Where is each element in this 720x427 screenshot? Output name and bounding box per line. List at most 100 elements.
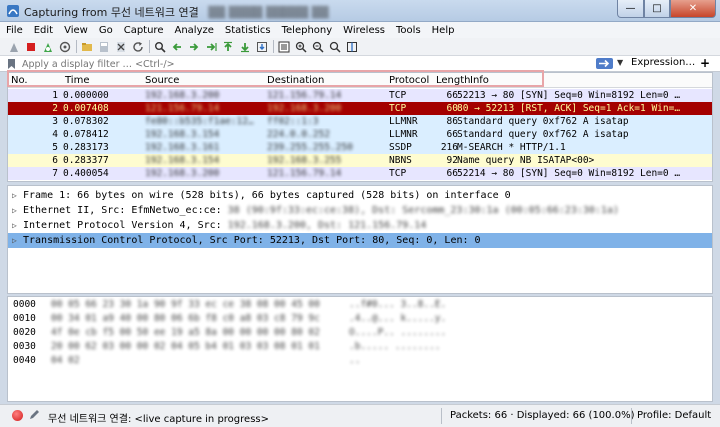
packet-info: Standard query 0xf762 A isatap: [457, 129, 629, 140]
window-title-redacted: ▒▒ ▒▒▒▒ ▒▒▒▒▒ ▒▒: [208, 6, 329, 19]
shark-fin-icon[interactable]: [8, 41, 20, 53]
packet-source: 192.168.3.154: [145, 155, 220, 166]
packet-time: 0.078302: [63, 116, 109, 127]
menu-statistics[interactable]: Statistics: [225, 25, 271, 36]
reload-icon[interactable]: [132, 41, 144, 53]
hex-dump-row[interactable]: 0000 00 05 66 23 30 1a 90 9f 33 ec ce 38 …: [13, 299, 703, 311]
detail-tree-item[interactable]: ▷ Frame 1: 66 bytes on wire (528 bits), 6…: [8, 188, 712, 203]
column-header-no[interactable]: No.: [11, 75, 28, 86]
menu-analyze[interactable]: Analyze: [174, 25, 213, 36]
find-icon[interactable]: [154, 41, 166, 53]
hex-dump-row[interactable]: 0030 20 00 62 03 00 00 02 04 05 b4 01 03 …: [13, 341, 703, 353]
open-icon[interactable]: [81, 41, 93, 53]
autoscroll-icon[interactable]: [256, 41, 268, 53]
close-file-icon[interactable]: [115, 41, 127, 53]
stop-icon[interactable]: [25, 41, 37, 53]
packet-info: M-SEARCH * HTTP/1.1: [457, 142, 566, 153]
packet-list[interactable]: No. Time Source Destination Protocol Len…: [7, 72, 713, 182]
zoom-out-icon[interactable]: [312, 41, 324, 53]
restart-icon[interactable]: [42, 41, 54, 53]
close-window-button[interactable]: ✕: [670, 0, 716, 18]
display-filter-input[interactable]: [22, 57, 587, 71]
capture-status-icon[interactable]: [12, 410, 23, 421]
go-to-icon[interactable]: [205, 41, 217, 53]
menu-tools[interactable]: Tools: [396, 25, 421, 36]
detail-redacted-text: 192.168.3.200, Dst: 121.156.79.14: [227, 220, 427, 231]
packet-no: 2: [52, 103, 58, 114]
column-header-info[interactable]: Info: [470, 75, 489, 86]
packet-row[interactable]: 7 0.400054 192.168.3.200 121.156.79.14 TCP 66…: [8, 167, 712, 180]
menu-wireless[interactable]: Wireless: [343, 25, 385, 36]
filter-history-dropdown-icon[interactable]: ▼: [617, 58, 623, 67]
menu-go[interactable]: Go: [99, 25, 113, 36]
byte-hex: 00 34 01 a9 40 00 80 06 6b f8 c0 a8 03 c…: [51, 313, 320, 324]
packet-row[interactable]: 5 0.283173 192.168.3.161 239.255.255.250 SSD…: [8, 141, 712, 154]
hex-dump-row[interactable]: 0020 4f 0e cb f5 00 50 ee 19 a5 8a 00 00 …: [13, 327, 703, 339]
packet-source: fe80::b535:f1ae:12…: [145, 116, 254, 127]
packet-destination: 192.168.3.255: [267, 155, 342, 166]
menu-capture[interactable]: Capture: [124, 25, 164, 36]
status-divider: [631, 408, 632, 424]
detail-text: Ethernet II, Src: EfmNetwo_ec:ce:: [23, 205, 222, 216]
detail-tree-item[interactable]: ▷ Transmission Control Protocol, Src Port…: [8, 233, 712, 248]
detail-tree-item[interactable]: ▷ Ethernet II, Src: EfmNetwo_ec:ce: 38 (90…: [8, 203, 712, 218]
packet-source: 192.168.3.161: [145, 142, 220, 153]
packet-row[interactable]: 2 0.007408 121.156.79.14 192.168.3.200 TCP 60…: [8, 102, 712, 115]
maximize-icon: □: [652, 3, 662, 14]
capture-comment-icon[interactable]: [28, 409, 40, 421]
apply-filter-button[interactable]: [596, 58, 613, 69]
colorize-icon[interactable]: [278, 41, 290, 53]
menu-file[interactable]: File: [6, 25, 23, 36]
save-icon[interactable]: [98, 41, 110, 53]
packet-destination: ff02::1:3: [267, 116, 319, 127]
packet-protocol: LLMNR: [389, 116, 418, 127]
packet-row[interactable]: 1 0.000000 192.168.3.200 121.156.79.14 TCP 66…: [8, 89, 712, 102]
column-header-time[interactable]: Time: [65, 75, 89, 86]
zoom-in-icon[interactable]: [295, 41, 307, 53]
column-header-length[interactable]: Length: [436, 75, 471, 86]
expand-arrow-icon[interactable]: ▷: [12, 218, 17, 233]
minimize-icon: —: [625, 3, 636, 14]
hex-dump-row[interactable]: 0040 04 02..: [13, 355, 703, 367]
packet-count-text: Packets: 66 · Displayed: 66 (100.0%): [450, 410, 635, 421]
packet-row[interactable]: 4 0.078412 192.168.3.154 224.0.0.252 LLMNR 66…: [8, 128, 712, 141]
profile-text[interactable]: Profile: Default: [637, 410, 711, 421]
resize-columns-icon[interactable]: [346, 41, 358, 53]
hex-dump-row[interactable]: 0010 00 34 01 a9 40 00 80 06 6b f8 c0 a8 …: [13, 313, 703, 325]
menu-view[interactable]: View: [64, 25, 88, 36]
column-header-protocol[interactable]: Protocol: [389, 75, 429, 86]
capture-options-icon[interactable]: [59, 41, 71, 53]
last-icon[interactable]: [239, 41, 251, 53]
packet-destination: 192.168.3.200: [267, 103, 342, 114]
add-filter-button[interactable]: +: [700, 56, 710, 70]
filter-bookmark-icon[interactable]: [7, 59, 16, 69]
toolbar-separator: [273, 40, 274, 53]
detail-text: Internet Protocol Version 4, Src:: [23, 220, 222, 231]
packet-source: 192.168.3.154: [145, 129, 220, 140]
forward-icon[interactable]: [188, 41, 200, 53]
packet-no: 7: [52, 168, 58, 179]
packet-destination: 121.156.79.14: [267, 168, 342, 179]
menu-help[interactable]: Help: [432, 25, 455, 36]
minimize-button[interactable]: —: [617, 0, 644, 18]
expand-arrow-icon[interactable]: ▷: [12, 188, 17, 203]
normal-size-icon[interactable]: [329, 41, 341, 53]
expand-arrow-icon[interactable]: ▷: [12, 203, 17, 218]
packet-protocol: SSDP: [389, 142, 412, 153]
status-bar: 무선 네트워크 연결: <live capture in progress> P…: [0, 404, 720, 427]
expand-arrow-icon[interactable]: ▷: [12, 233, 17, 248]
packet-row[interactable]: 6 0.283377 192.168.3.154 192.168.3.255 NBNS 9…: [8, 154, 712, 167]
menu-edit[interactable]: Edit: [34, 25, 53, 36]
expression-button[interactable]: Expression…: [631, 57, 695, 68]
detail-tree-item[interactable]: ▷ Internet Protocol Version 4, Src: 192.16…: [8, 218, 712, 233]
column-header-destination[interactable]: Destination: [267, 75, 324, 86]
menu-telephony[interactable]: Telephony: [282, 25, 333, 36]
maximize-button[interactable]: □: [644, 0, 670, 18]
back-icon[interactable]: [171, 41, 183, 53]
packet-info: 52213 → 80 [SYN] Seq=0 Win=8192 Len=0 …: [457, 90, 681, 101]
packet-row[interactable]: 3 0.078302 fe80::b535:f1ae:12… ff02::1:3 LLM…: [8, 115, 712, 128]
first-icon[interactable]: [222, 41, 234, 53]
byte-ascii: ..: [349, 355, 361, 366]
column-header-source[interactable]: Source: [145, 75, 179, 86]
packet-no: 5: [52, 142, 58, 153]
